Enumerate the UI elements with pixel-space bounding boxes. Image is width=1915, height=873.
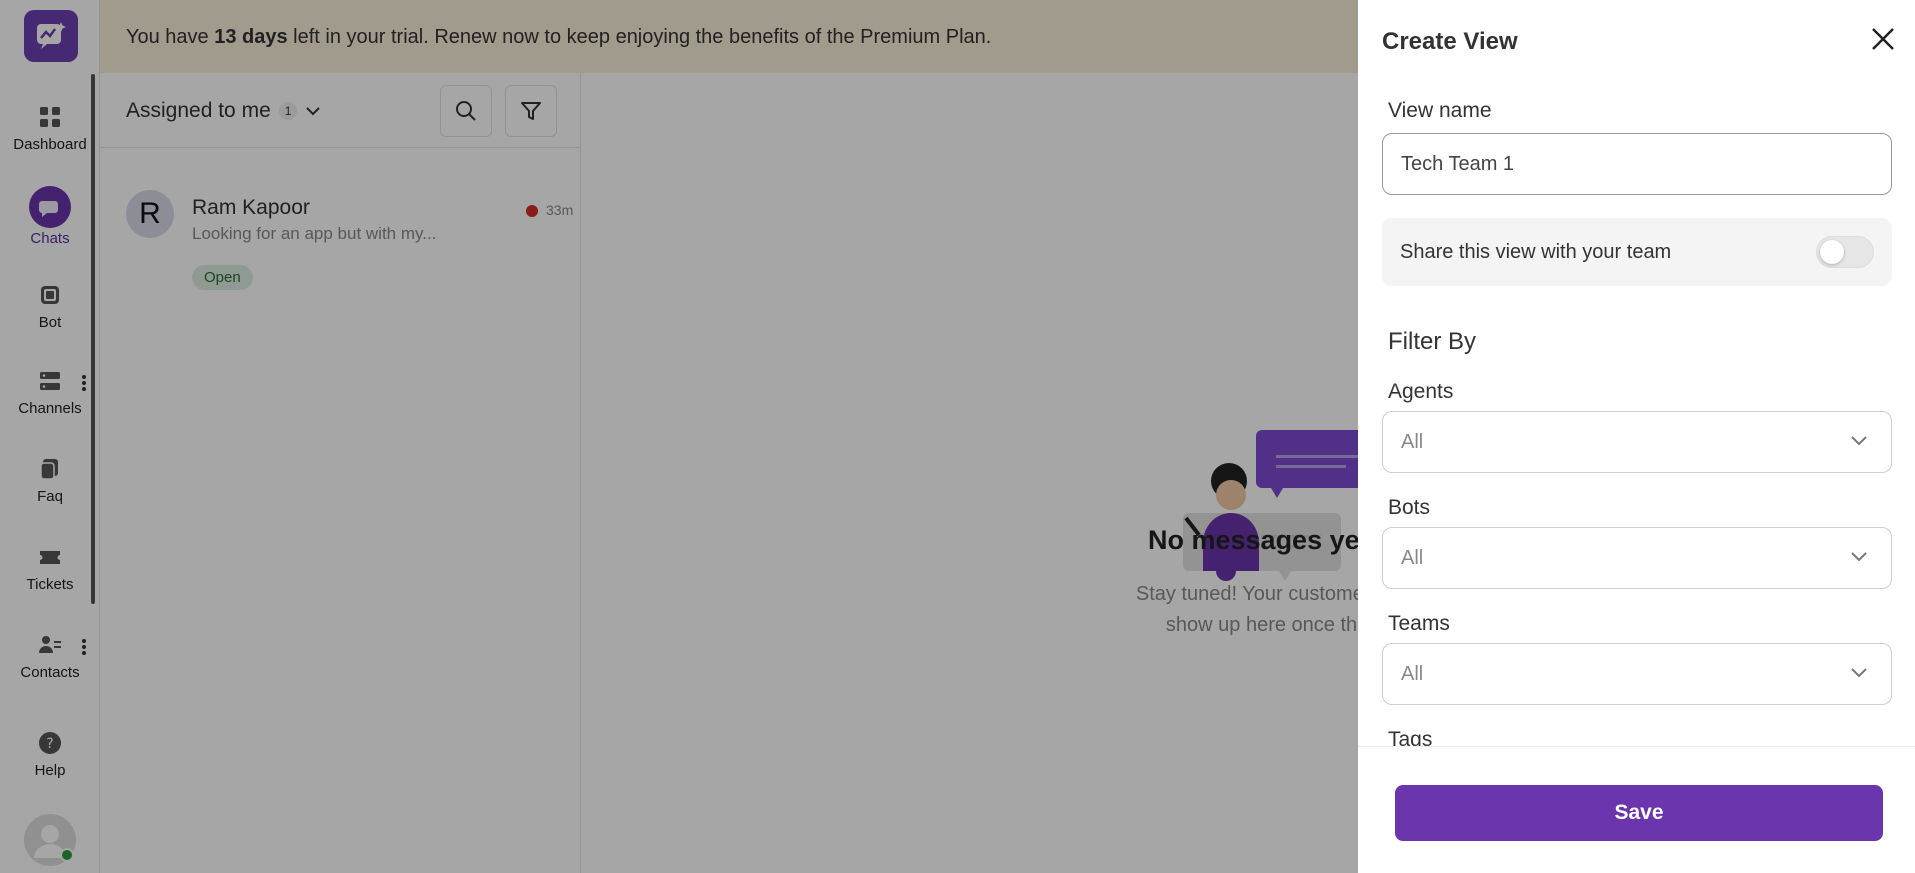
view-name-value: Tech Team 1 [1401,152,1515,175]
create-view-drawer: Create View View name Tech Team 1 Share … [1358,0,1915,873]
agents-value: All [1401,430,1424,453]
filter-by-heading: Filter By [1388,328,1477,355]
bots-select[interactable]: All [1382,527,1892,589]
save-button[interactable]: Save [1395,785,1883,841]
view-name-input[interactable]: Tech Team 1 [1382,133,1892,195]
teams-select[interactable]: All [1382,643,1892,705]
agents-select[interactable]: All [1382,411,1892,473]
drawer-title: Create View [1382,28,1518,55]
modal-backdrop[interactable] [0,0,1358,873]
toggle-knob [1820,240,1844,264]
view-name-label: View name [1388,99,1492,122]
drawer-footer: Save [1358,746,1915,873]
teams-label: Teams [1388,612,1450,635]
chevron-down-icon [1851,552,1867,562]
close-icon[interactable] [1868,24,1898,54]
chevron-down-icon [1851,436,1867,446]
share-view-label: Share this view with your team [1400,240,1672,263]
agents-label: Agents [1388,380,1454,403]
teams-value: All [1401,662,1424,685]
bots-label: Bots [1388,496,1431,519]
share-view-toggle[interactable] [1816,236,1874,268]
share-view-row: Share this view with your team [1382,218,1892,286]
bots-value: All [1401,546,1424,569]
chevron-down-icon [1851,668,1867,678]
